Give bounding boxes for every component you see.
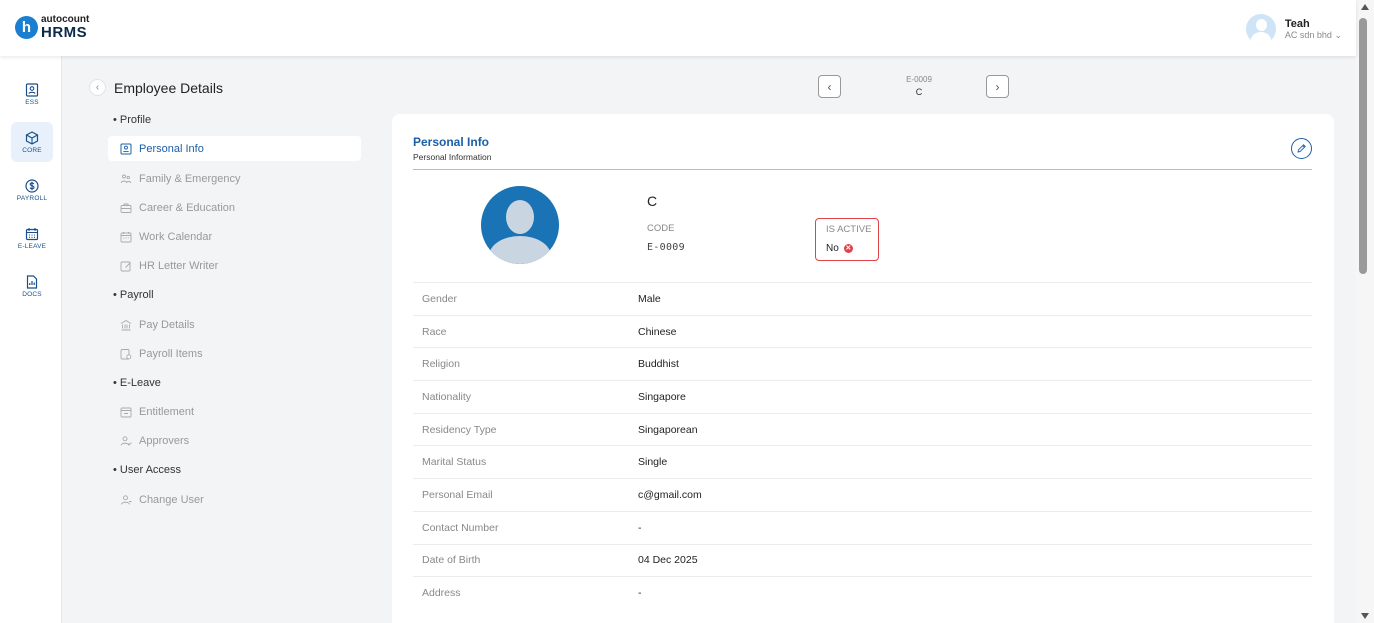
entitlement-icon — [120, 406, 132, 418]
family-icon — [120, 173, 132, 185]
info-row-address: Address - — [413, 576, 1312, 609]
rail-label: CORE — [22, 146, 42, 154]
ess-icon — [25, 82, 39, 97]
nav-item-change-user[interactable]: Change User — [108, 487, 361, 512]
bank-icon — [120, 319, 132, 331]
employee-name: C — [647, 193, 658, 209]
nav-item-family-emergency[interactable]: Family & Emergency — [108, 166, 361, 191]
personal-info-card: Personal Info Personal Information C COD… — [392, 114, 1334, 623]
approvers-icon — [120, 435, 132, 447]
dollar-icon — [25, 178, 39, 193]
pager-employee-code: E-0009 — [906, 75, 932, 84]
is-active-value: No ✕ — [826, 243, 853, 254]
info-row-religion: Religion Buddhist — [413, 347, 1312, 380]
rail-label: ESS — [25, 98, 39, 106]
personal-info-list: Gender Male Race Chinese Religion Buddhist … — [413, 282, 1312, 609]
scroll-down-arrow-icon[interactable] — [1361, 613, 1369, 619]
edit-button[interactable] — [1291, 138, 1312, 159]
chevron-left-icon: ‹ — [95, 82, 100, 93]
briefcase-icon — [120, 202, 132, 214]
nav-item-payroll-items[interactable]: Payroll Items — [108, 341, 361, 366]
info-row-residency-type: Residency Type Singaporean — [413, 412, 1312, 446]
inactive-x-icon: ✕ — [843, 244, 853, 253]
user-name: Teah — [1284, 17, 1310, 30]
info-row-date-of-birth: Date of Birth 04 Dec 2025 — [413, 543, 1312, 577]
nav-section-payroll: • Payroll — [113, 289, 154, 301]
chevron-left-icon: ‹ — [827, 79, 832, 94]
back-button[interactable]: ‹ — [89, 79, 106, 96]
rail-item-eleave[interactable]: E-LEAVE — [11, 218, 53, 258]
rail-item-payroll[interactable]: PAYROLL — [11, 170, 53, 210]
nav-item-approvers[interactable]: Approvers — [108, 428, 361, 453]
rail-item-docs[interactable]: DOCS — [11, 266, 53, 306]
user-icon — [120, 494, 132, 506]
pencil-icon — [1297, 144, 1306, 153]
previous-employee-button[interactable]: ‹ — [818, 75, 841, 98]
info-row-race: Race Chinese — [413, 314, 1312, 348]
nav-item-work-calendar[interactable]: Work Calendar — [108, 224, 361, 249]
nav-section-user-access: • User Access — [113, 464, 182, 476]
employee-avatar — [481, 186, 559, 264]
page-title: Employee Details — [114, 80, 223, 96]
nav-item-personal-info[interactable]: Personal Info — [108, 136, 361, 161]
nav-section-profile: • Profile — [113, 114, 152, 126]
user-avatar — [1245, 14, 1276, 44]
nav-section-eleave: • E-Leave — [113, 377, 161, 389]
code-label: CODE — [647, 223, 675, 234]
card-title: Personal Info — [413, 135, 490, 149]
scrollbar-thumb[interactable] — [1359, 18, 1367, 274]
docs-icon — [26, 274, 38, 289]
letter-icon — [120, 260, 132, 272]
card-divider — [413, 169, 1312, 170]
rail-label: PAYROLL — [16, 194, 48, 202]
nav-item-career-education[interactable]: Career & Education — [108, 195, 361, 220]
is-active-label: IS ACTIVE — [826, 224, 872, 235]
module-rail: ESS CORE PAYROLL E-LEAVE DOCS — [0, 56, 62, 623]
app-logo[interactable]: h autocount HRMS — [15, 15, 89, 40]
info-row-gender: Gender Male — [413, 282, 1312, 315]
page-scrollbar[interactable] — [1356, 0, 1374, 623]
is-active-highlight: IS ACTIVE No ✕ — [815, 218, 879, 261]
payroll-items-icon — [120, 348, 132, 360]
code-value: E-0009 — [647, 242, 685, 253]
card-subtitle: Personal Information — [413, 152, 492, 162]
logo-mark: h — [15, 16, 38, 39]
scroll-up-arrow-icon[interactable] — [1361, 4, 1369, 10]
rail-item-core[interactable]: CORE — [11, 122, 53, 162]
rail-label: E-LEAVE — [17, 242, 47, 250]
nav-item-pay-details[interactable]: Pay Details — [108, 312, 361, 337]
chevron-right-icon: › — [995, 79, 1000, 94]
info-row-marital-status: Marital Status Single — [413, 445, 1312, 478]
info-row-personal-email: Personal Email c@gmail.com — [413, 478, 1312, 511]
cube-icon — [25, 130, 39, 145]
nav-item-hr-letter-writer[interactable]: HR Letter Writer — [108, 253, 361, 278]
next-employee-button[interactable]: › — [986, 75, 1009, 98]
chevron-down-icon: ⌄ — [1334, 29, 1342, 40]
user-menu[interactable]: Teah AC sdn bhd ⌄ — [1245, 14, 1342, 44]
id-card-icon — [120, 143, 132, 155]
company-selector[interactable]: AC sdn bhd ⌄ — [1285, 30, 1342, 41]
calendar-icon — [25, 227, 39, 240]
calendar-icon — [120, 231, 132, 243]
rail-label: DOCS — [22, 290, 42, 298]
top-header: h autocount HRMS Teah AC sdn bhd ⌄ — [0, 0, 1356, 56]
pager-employee-name: C — [915, 87, 923, 97]
nav-item-entitlement[interactable]: Entitlement — [108, 399, 361, 424]
logo-product-text: HRMS — [41, 24, 88, 41]
info-row-contact-number: Contact Number - — [413, 510, 1312, 544]
info-row-nationality: Nationality Singapore — [413, 380, 1312, 413]
rail-item-ess[interactable]: ESS — [11, 74, 53, 114]
